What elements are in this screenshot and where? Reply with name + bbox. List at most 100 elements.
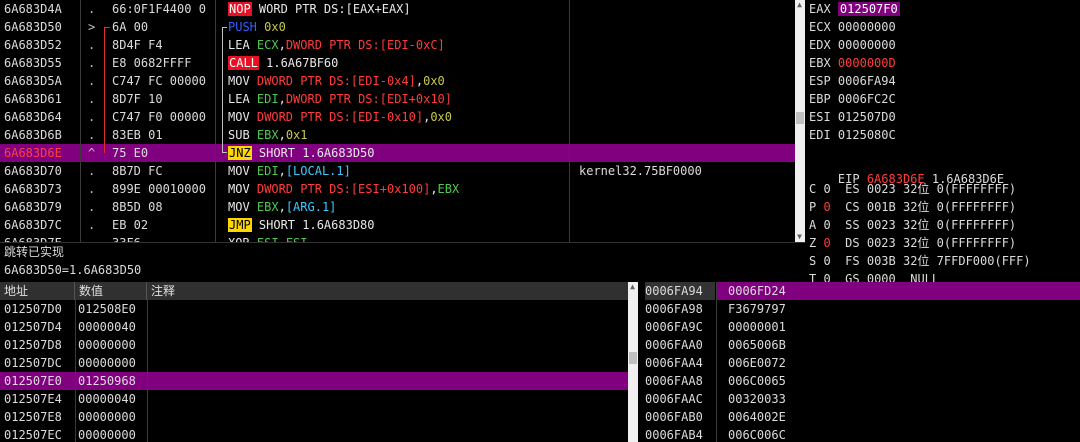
instruction-text[interactable]: MOV DWORD PTR DS:[EDI-0x4],0x0: [228, 72, 568, 90]
stack-value[interactable]: 0064002E: [728, 408, 808, 426]
instruction-text[interactable]: NOP WORD PTR DS:[EAX+EAX]: [228, 0, 568, 18]
dump-address[interactable]: 012507D4: [4, 318, 74, 336]
stack-row[interactable]: 0006FAA0 0065006B: [640, 336, 1080, 354]
dump-row[interactable]: 012507D4 00000040: [0, 318, 628, 336]
instruction-text[interactable]: MOV EDI,[LOCAL.1]: [228, 162, 568, 180]
dump-row[interactable]: 012507E4 00000040: [0, 390, 628, 408]
instruction-text[interactable]: JMP SHORT 1.6A683D80: [228, 216, 568, 234]
instruction-address[interactable]: 6A683D4A: [4, 0, 78, 18]
instruction-address[interactable]: 6A683D55: [4, 54, 78, 72]
stack-address[interactable]: 0006FA94: [645, 282, 715, 300]
stack-address[interactable]: 0006FA98: [645, 300, 715, 318]
instruction-address[interactable]: 6A683D6E: [4, 144, 78, 162]
stack-value[interactable]: 006E0072: [728, 354, 808, 372]
instruction-address[interactable]: 6A683D6B: [4, 126, 78, 144]
flag-row[interactable]: C 0 ES 0023 32位 0(FFFFFFFF): [809, 180, 1080, 198]
dump-row[interactable]: 012507E8 00000000: [0, 408, 628, 426]
dump-value[interactable]: 01250968: [78, 372, 146, 390]
dump-scrollbar[interactable]: ▲: [628, 282, 638, 442]
flag-row[interactable]: S 0 FS 003B 32位 7FFDF000(FFF): [809, 252, 1080, 270]
flag-row[interactable]: P 0 CS 001B 32位 0(FFFFFFFF): [809, 198, 1080, 216]
dump-address[interactable]: 012507DC: [4, 354, 74, 372]
stack-row[interactable]: 0006FA9C 00000001: [640, 318, 1080, 336]
disasm-row[interactable]: 6A683D4A. 66:0F1F4400 0 NOP WORD PTR DS:[E…: [0, 0, 795, 18]
dump-value[interactable]: 00000000: [78, 408, 146, 426]
register-edx[interactable]: EDX 00000000: [809, 36, 1080, 54]
stack-row[interactable]: 0006FAA8 006C0065: [640, 372, 1080, 390]
scroll-down-icon[interactable]: ▼: [795, 232, 804, 241]
instruction-address[interactable]: 6A683D7C: [4, 216, 78, 234]
dump-value[interactable]: 00000000: [78, 354, 146, 372]
instruction-address[interactable]: 6A683D5A: [4, 72, 78, 90]
dump-header-comment[interactable]: 注释: [147, 282, 628, 300]
register-value[interactable]: 0006FA94: [838, 74, 896, 88]
scroll-up-icon[interactable]: ▲: [628, 282, 637, 291]
dump-address[interactable]: 012507E4: [4, 390, 74, 408]
flag-value[interactable]: 0: [823, 182, 830, 196]
disasm-row[interactable]: 6A683D70. 8B7D FC MOV EDI,[LOCAL.1] kernel3…: [0, 162, 795, 180]
disasm-row[interactable]: 6A683D79. 8B5D 08 MOV EBX,[ARG.1]: [0, 198, 795, 216]
disasm-row[interactable]: 6A683D50 >6A 00 PUSH 0x0: [0, 18, 795, 36]
dump-value[interactable]: 012508E0: [78, 300, 146, 318]
instruction-address[interactable]: 6A683D52: [4, 36, 78, 54]
dump-value[interactable]: 00000000: [78, 426, 146, 442]
stack-value[interactable]: 00320033: [728, 390, 808, 408]
flag-value[interactable]: 0: [823, 218, 830, 232]
dump-row[interactable]: 012507D0 012508E0: [0, 300, 628, 318]
stack-address[interactable]: 0006FAA4: [645, 354, 715, 372]
instruction-text[interactable]: LEA ECX,DWORD PTR DS:[EDI-0xC]: [228, 36, 568, 54]
scroll-thumb[interactable]: [796, 112, 804, 124]
instruction-text[interactable]: MOV DWORD PTR DS:[EDI-0x10],0x0: [228, 108, 568, 126]
register-eax[interactable]: EAX 012507F0: [809, 0, 1080, 18]
dump-value[interactable]: 00000040: [78, 318, 146, 336]
flag-row[interactable]: A 0 SS 0023 32位 0(FFFFFFFF): [809, 216, 1080, 234]
stack-row[interactable]: 0006FA94 0006FD24: [640, 282, 1080, 300]
stack-value[interactable]: 006C006C: [728, 426, 808, 442]
instruction-text[interactable]: LEA EDI,DWORD PTR DS:[EDI+0x10]: [228, 90, 568, 108]
stack-address[interactable]: 0006FAA8: [645, 372, 715, 390]
instruction-text[interactable]: CALL 1.6A67BF60: [228, 54, 568, 72]
flag-value[interactable]: 0: [823, 200, 830, 214]
stack-address[interactable]: 0006FAB0: [645, 408, 715, 426]
dump-row[interactable]: 012507D8 00000000: [0, 336, 628, 354]
stack-row[interactable]: 0006FAB0 0064002E: [640, 408, 1080, 426]
instruction-text[interactable]: XOR ESI,ESI: [228, 234, 568, 242]
dump-address[interactable]: 012507E8: [4, 408, 74, 426]
dump-address[interactable]: 012507D8: [4, 336, 74, 354]
stack-address[interactable]: 0006FAA0: [645, 336, 715, 354]
stack-row[interactable]: 0006FAB4 006C006C: [640, 426, 1080, 442]
stack-value[interactable]: F3679797: [728, 300, 808, 318]
register-value[interactable]: 00000000: [838, 38, 896, 52]
disassembly-pane[interactable]: 6A683D4A. 66:0F1F4400 0 NOP WORD PTR DS:[E…: [0, 0, 795, 242]
dump-row[interactable]: 012507EC 00000000: [0, 426, 628, 442]
stack-pane[interactable]: 0006FA94 0006FD24 0006FA98 F3679797 0006FA9C…: [640, 282, 1080, 442]
dump-address[interactable]: 012507EC: [4, 426, 74, 442]
instruction-text[interactable]: MOV EBX,[ARG.1]: [228, 198, 568, 216]
dump-value[interactable]: 00000000: [78, 336, 146, 354]
dump-address[interactable]: 012507E0: [4, 372, 74, 390]
stack-value[interactable]: 006C0065: [728, 372, 808, 390]
registers-pane[interactable]: EAX 012507F0 ECX 00000000 EDX 00000000 EBX …: [805, 0, 1080, 282]
dump-row[interactable]: 012507E0 01250968: [0, 372, 628, 390]
register-value[interactable]: 012507F0: [837, 2, 900, 16]
flag-row[interactable]: Z 0 DS 0023 32位 0(FFFFFFFF): [809, 234, 1080, 252]
disasm-row[interactable]: 6A683D5A. C747 FC 00000 MOV DWORD PTR DS:[…: [0, 72, 795, 90]
flag-value[interactable]: 0: [823, 272, 830, 282]
dump-address[interactable]: 012507D0: [4, 300, 74, 318]
flag-value[interactable]: 0: [823, 236, 830, 250]
stack-row[interactable]: 0006FAAC 00320033: [640, 390, 1080, 408]
instruction-text[interactable]: PUSH 0x0: [228, 18, 568, 36]
instruction-address[interactable]: 6A683D61: [4, 90, 78, 108]
instruction-address[interactable]: 6A683D70: [4, 162, 78, 180]
dump-row[interactable]: 012507DC 00000000: [0, 354, 628, 372]
instruction-text[interactable]: MOV DWORD PTR DS:[ESI+0x100],EBX: [228, 180, 568, 198]
stack-address[interactable]: 0006FAAC: [645, 390, 715, 408]
disasm-row[interactable]: 6A683D7E. 33F6 XOR ESI,ESI: [0, 234, 795, 242]
disasm-row[interactable]: 6A683D6B. 83EB 01 SUB EBX,0x1: [0, 126, 795, 144]
stack-row[interactable]: 0006FA98 F3679797: [640, 300, 1080, 318]
disasm-row[interactable]: 6A683D55. E8 0682FFFF CALL 1.6A67BF60: [0, 54, 795, 72]
flag-value[interactable]: 0: [823, 254, 830, 268]
disasm-scrollbar[interactable]: ▲ ▼: [795, 0, 805, 242]
instruction-address[interactable]: 6A683D7E: [4, 234, 78, 242]
scroll-up-icon[interactable]: ▲: [795, 0, 804, 9]
